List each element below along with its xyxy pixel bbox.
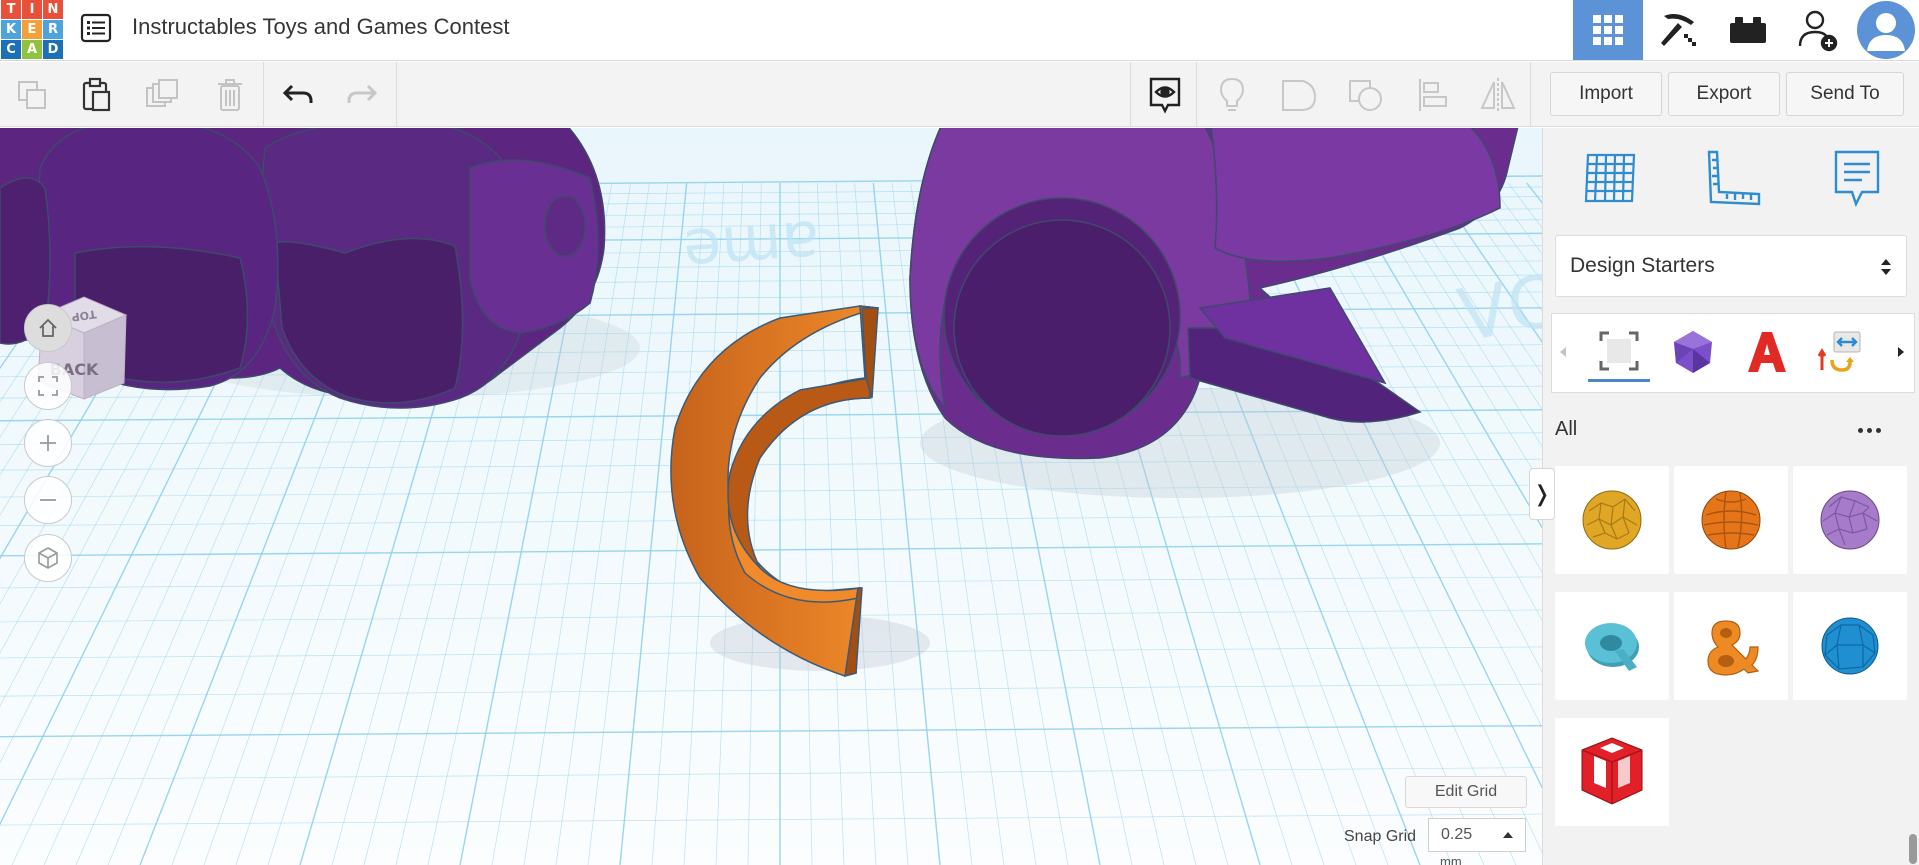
cyan-letter-q-icon xyxy=(1585,623,1639,671)
trash-icon[interactable] xyxy=(210,75,250,115)
more-options-icon[interactable] xyxy=(1849,418,1889,442)
shape-card-lavender-sphere[interactable] xyxy=(1793,466,1907,574)
orange-ampersand-icon xyxy=(1707,620,1760,676)
duplicate-icon[interactable] xyxy=(142,75,182,115)
text-icon xyxy=(1748,332,1786,372)
group-icon[interactable] xyxy=(1279,75,1319,115)
tab-text[interactable] xyxy=(1736,322,1798,382)
updown-chevron-icon xyxy=(1881,259,1891,275)
logo-letter-k: K xyxy=(1,20,21,39)
section-label: All xyxy=(1555,418,1578,440)
logo-letter-a: A xyxy=(22,40,42,59)
connectors-icon xyxy=(1818,331,1861,372)
collapse-panel-button[interactable]: ❭ xyxy=(1529,468,1555,520)
shape-card-cyan-letter-q[interactable] xyxy=(1555,592,1669,700)
toolbar-separator xyxy=(1196,62,1197,126)
tinkercad-logo[interactable]: T I N K E R C A D xyxy=(0,0,63,59)
logo-letter-i: I xyxy=(22,0,42,19)
category-tabs xyxy=(1551,313,1915,393)
add-user-icon[interactable] xyxy=(1783,0,1853,60)
home-view-button[interactable] xyxy=(24,304,72,352)
design-title[interactable]: Instructables Toys and Games Contest xyxy=(132,14,509,40)
toolbar-separator xyxy=(263,62,264,126)
tabs-prev-arrow[interactable] xyxy=(1556,342,1570,362)
logo-letter-t: T xyxy=(1,0,21,19)
shape-card-orange-ampersand[interactable] xyxy=(1674,592,1788,700)
blue-polyhedron-icon xyxy=(1821,617,1879,675)
top-right-tools xyxy=(1573,0,1919,60)
chevron-right-icon: ❭ xyxy=(1532,481,1552,506)
logo-letter-r: R xyxy=(43,20,63,39)
notes-icon[interactable] xyxy=(1825,146,1889,210)
lavender-sphere-icon xyxy=(1820,490,1880,550)
undo-icon[interactable] xyxy=(278,75,318,115)
toolbar: Import Export Send To xyxy=(0,62,1919,127)
tab-connectors[interactable] xyxy=(1810,322,1872,382)
snap-grid-unit: mm xyxy=(1440,854,1462,865)
fit-view-icon xyxy=(38,376,58,396)
tab-basic-shapes[interactable] xyxy=(1588,322,1650,382)
export-button[interactable]: Export xyxy=(1668,72,1780,116)
shape-card-gold-sphere[interactable] xyxy=(1555,466,1669,574)
logo-letter-c: C xyxy=(1,40,21,59)
align-icon[interactable] xyxy=(1413,75,1453,115)
mirror-icon[interactable] xyxy=(1478,75,1518,115)
caret-left-icon xyxy=(1560,347,1566,357)
orange-sphere-icon xyxy=(1701,490,1761,550)
ungroup-icon[interactable] xyxy=(1346,75,1386,115)
red-cage-cube-icon xyxy=(1581,737,1643,805)
shapes-panel: ❭ Design Starters All xyxy=(1529,128,1919,865)
gold-sphere-icon xyxy=(1582,490,1642,550)
redo-icon[interactable] xyxy=(342,75,382,115)
workplane-watermark-right: VC xyxy=(1452,258,1542,358)
caret-up-icon xyxy=(1503,832,1513,838)
design-list-icon[interactable] xyxy=(80,12,112,44)
tab-polyhedrons[interactable] xyxy=(1662,322,1724,382)
home-icon xyxy=(39,318,57,337)
zoom-in-button[interactable] xyxy=(24,419,72,467)
shape-card-blue-polyhedron[interactable] xyxy=(1793,592,1907,700)
perspective-button[interactable] xyxy=(24,534,72,582)
copy-icon[interactable] xyxy=(12,75,52,115)
toolbar-separator xyxy=(1130,62,1131,126)
workplane-canvas[interactable]: ame VC TOP BACK Edit Grid Snap Grid 0.25… xyxy=(0,128,1542,865)
3d-view-grid-icon[interactable] xyxy=(1573,0,1643,60)
user-avatar-icon[interactable] xyxy=(1853,0,1919,60)
pickaxe-icon[interactable] xyxy=(1643,0,1713,60)
shape-library-select[interactable]: Design Starters xyxy=(1555,235,1907,297)
panel-scrollbar[interactable] xyxy=(1909,834,1917,864)
caret-right-icon xyxy=(1898,347,1904,357)
workplane-watermark: ame xyxy=(681,206,822,288)
paste-icon[interactable] xyxy=(76,75,116,115)
logo-letter-n: N xyxy=(43,0,63,19)
zoom-out-button[interactable] xyxy=(24,476,72,524)
polyhedron-icon xyxy=(1674,331,1712,373)
top-bar: T I N K E R C A D Instructables Toys and… xyxy=(0,0,1919,61)
workplane-icon[interactable] xyxy=(1579,146,1643,210)
snap-grid-label: Snap Grid xyxy=(1344,828,1417,845)
bricks-icon[interactable] xyxy=(1713,0,1783,60)
zoom-in-icon xyxy=(40,435,56,451)
snap-grid-select[interactable]: 0.25 xyxy=(1428,818,1526,852)
send-to-button[interactable]: Send To xyxy=(1786,72,1904,116)
import-button[interactable]: Import xyxy=(1550,72,1662,116)
ruler-icon[interactable] xyxy=(1701,146,1765,210)
shapes-icon xyxy=(1599,331,1639,370)
shape-library-value: Design Starters xyxy=(1570,254,1715,277)
logo-letter-d: D xyxy=(43,40,63,59)
toolbar-separator xyxy=(1530,62,1531,126)
toolbar-separator xyxy=(396,62,397,126)
tabs-next-arrow[interactable] xyxy=(1894,342,1908,362)
edit-grid-button[interactable]: Edit Grid xyxy=(1405,776,1527,808)
shape-card-orange-sphere[interactable] xyxy=(1674,466,1788,574)
zoom-out-icon xyxy=(40,499,56,501)
logo-letter-e: E xyxy=(22,20,42,39)
perspective-cube-icon xyxy=(38,547,58,569)
shape-card-red-cage-cube[interactable] xyxy=(1555,718,1669,826)
show-all-icon[interactable] xyxy=(1145,75,1185,115)
light-bulb-icon[interactable] xyxy=(1212,75,1252,115)
tinkercad-app: T I N K E R C A D Instructables Toys and… xyxy=(0,0,1919,865)
fit-view-button[interactable] xyxy=(24,362,72,410)
snap-grid-value: 0.25 xyxy=(1441,826,1473,843)
